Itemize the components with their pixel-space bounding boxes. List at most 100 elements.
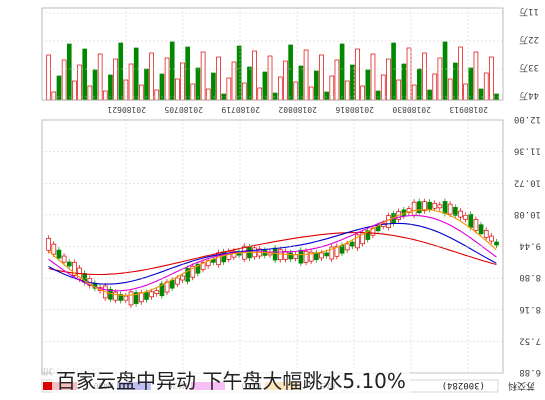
candle-body bbox=[458, 210, 463, 218]
volume-tick-label: 11万 bbox=[519, 6, 539, 16]
candle-body bbox=[303, 250, 309, 263]
price-tick-label: 8.16 bbox=[519, 304, 541, 314]
volume-bar bbox=[92, 69, 98, 101]
volume-bar bbox=[350, 64, 355, 101]
volume-bar bbox=[262, 71, 268, 101]
candle-body bbox=[473, 219, 479, 231]
volume-bar bbox=[422, 52, 427, 101]
volume-bar bbox=[468, 67, 474, 101]
volume-bar bbox=[324, 91, 329, 101]
candle-body bbox=[386, 215, 391, 228]
price-tick-label: 9.44 bbox=[519, 241, 541, 251]
candle-body bbox=[51, 243, 57, 255]
volume-bar bbox=[133, 47, 139, 101]
candle-body bbox=[478, 224, 484, 235]
candle-body bbox=[453, 207, 458, 216]
candle-body bbox=[324, 252, 329, 257]
chart-background bbox=[0, 0, 545, 400]
price-tick-label: 11.36 bbox=[514, 146, 541, 156]
candle-body bbox=[319, 252, 324, 259]
candle-body bbox=[447, 203, 453, 215]
volume-bar bbox=[149, 52, 154, 101]
volume-bar bbox=[241, 82, 247, 101]
date-tick-label: 20180802 bbox=[278, 105, 317, 114]
candle-body bbox=[61, 255, 67, 263]
volume-bar bbox=[231, 61, 237, 101]
volume-bar bbox=[236, 45, 242, 101]
volume-bar bbox=[406, 47, 412, 101]
volume-bar bbox=[303, 49, 309, 101]
volume-bar bbox=[190, 83, 196, 101]
volume-bar bbox=[216, 56, 221, 101]
volume-bar bbox=[113, 58, 118, 101]
candle-body bbox=[128, 291, 134, 306]
volume-bar bbox=[195, 67, 201, 101]
candle-body bbox=[277, 249, 283, 261]
volume-bar bbox=[159, 73, 165, 101]
volume-bar bbox=[411, 84, 417, 101]
volume-bar bbox=[247, 66, 252, 101]
volume-bar bbox=[77, 64, 82, 101]
volume-bar bbox=[51, 91, 57, 101]
volume-bar bbox=[370, 53, 376, 101]
volume-bar bbox=[427, 89, 432, 101]
volume-bar bbox=[61, 59, 67, 101]
volume-bar bbox=[128, 63, 134, 101]
volume-bar bbox=[118, 42, 124, 101]
candle-body bbox=[113, 291, 118, 301]
volume-bar bbox=[97, 53, 103, 101]
date-tick-label: 20180913 bbox=[449, 105, 488, 114]
volume-bar bbox=[458, 46, 463, 101]
candle-body bbox=[411, 201, 417, 216]
price-tick-label: 7.52 bbox=[519, 335, 541, 345]
volume-bar bbox=[329, 75, 335, 101]
volume-bar bbox=[375, 90, 381, 101]
volume-bar bbox=[200, 51, 206, 101]
volume-bar bbox=[164, 57, 170, 101]
volume-bar bbox=[226, 77, 232, 101]
volume-bar bbox=[108, 74, 113, 101]
price-tick-label: 12.00 bbox=[514, 114, 541, 124]
volume-bar bbox=[432, 73, 438, 101]
volume-bar bbox=[437, 57, 443, 101]
volume-bar bbox=[277, 76, 283, 101]
volume-bar bbox=[56, 75, 62, 101]
volume-bar bbox=[416, 68, 422, 101]
date-tick-label: 20180719 bbox=[221, 105, 260, 114]
volume-tick-label: 22万 bbox=[519, 34, 539, 44]
volume-bar bbox=[288, 44, 293, 101]
volume-bar bbox=[257, 87, 263, 101]
volume-tick-label: 44万 bbox=[519, 90, 539, 100]
volume-bar bbox=[211, 72, 216, 101]
price-tick-label: 10.72 bbox=[514, 177, 541, 187]
volume-bar bbox=[319, 54, 324, 101]
kline-chart: MA60MA20MA10MA5 (300284) 苏交科 12.0011.361… bbox=[0, 0, 545, 400]
volume-bar bbox=[82, 48, 88, 101]
volume-bar bbox=[473, 51, 479, 101]
volume-bar bbox=[489, 56, 494, 101]
volume-bar bbox=[298, 65, 304, 101]
headline-caption: 百家云盘中异动 下午盘大幅跳水5.10% bbox=[52, 368, 410, 394]
volume-bar bbox=[205, 88, 211, 101]
candle-body bbox=[432, 202, 438, 209]
candle-body bbox=[463, 214, 468, 220]
candle-body bbox=[489, 235, 494, 242]
price-tick-label: 8.80 bbox=[519, 272, 541, 282]
date-tick-label: 20180830 bbox=[392, 105, 431, 114]
volume-bar bbox=[139, 84, 144, 101]
candle-body bbox=[144, 292, 149, 300]
volume-bar bbox=[46, 54, 51, 101]
volume-tick-label: 33万 bbox=[519, 62, 539, 72]
candle-body bbox=[437, 204, 443, 209]
volume-bar bbox=[386, 58, 391, 101]
volume-bar bbox=[391, 42, 396, 101]
volume-bar bbox=[463, 83, 468, 101]
candle-body bbox=[494, 241, 499, 246]
candle-body bbox=[149, 291, 154, 298]
candle-body bbox=[154, 290, 160, 295]
volume-bar bbox=[334, 59, 340, 101]
volume-bar bbox=[478, 88, 484, 101]
candle-body bbox=[288, 252, 293, 260]
candle-body bbox=[56, 249, 62, 259]
volume-bar bbox=[272, 92, 278, 101]
